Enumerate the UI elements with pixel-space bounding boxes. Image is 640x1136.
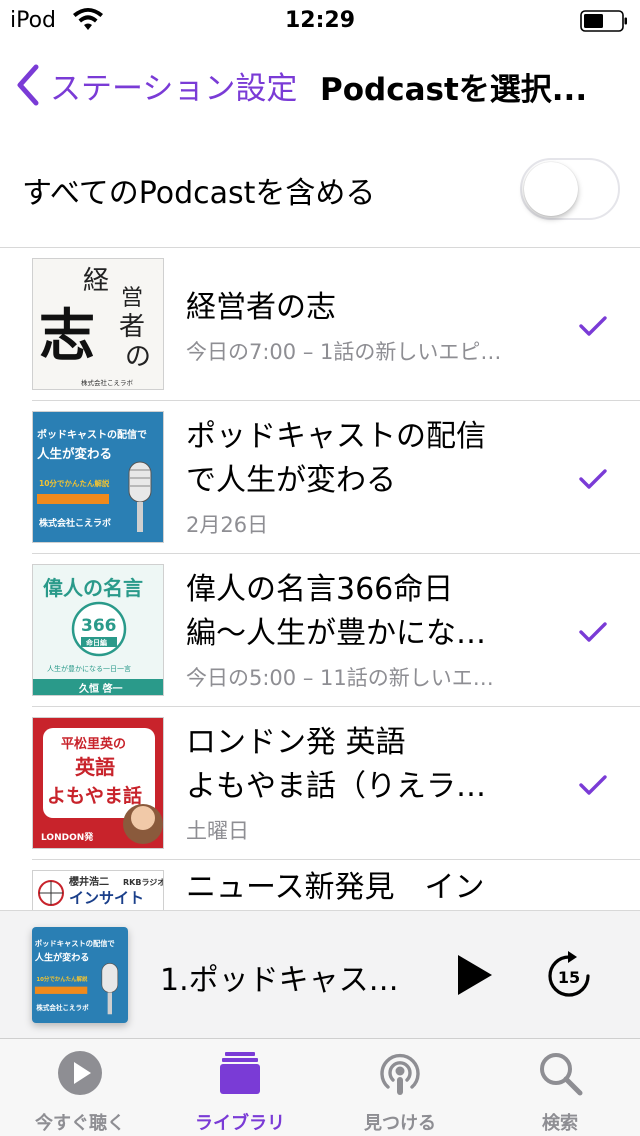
play-icon[interactable] [452,953,496,997]
podcast-title-line2: 編〜人生が豊かにな… [186,616,486,651]
switch-knob [524,162,578,216]
artwork-image: 櫻井浩二 RKBラジオ インサイト [38,875,164,907]
podcast-subtitle: 今日の5:00 – 11話の新しいエ… [186,666,494,690]
play-circle-icon [58,1051,102,1095]
skip-forward-15-icon: 15 [548,951,590,997]
podcast-artwork: 経 営 者 志 の 株式会社こえラボ [32,258,164,390]
svg-text:偉人の名言: 偉人の名言 [43,576,143,600]
svg-text:平松里英の: 平松里英の [61,736,126,752]
include-all-row: すべてのPodcastを含める [0,130,640,248]
artwork-image: 平松里英の 英語 よもやま話 LONDON発 [41,728,163,844]
svg-text:人生が豊かになる一日一言: 人生が豊かになる一日一言 [47,664,131,673]
svg-text:株式会社こえラボ: 株式会社こえラボ [81,378,134,387]
tab-label: 今すぐ聴く [35,1113,125,1134]
podcast-row[interactable]: 櫻井浩二 RKBラジオ インサイト ニュース新発見 イン [0,860,640,910]
svg-text:志: 志 [39,303,95,369]
svg-text:久恒 啓一: 久恒 啓一 [78,682,122,695]
podcast-artwork: 偉人の名言 366 命日編 人生が豊かになる一日一言 久恒 啓一 [32,564,164,696]
podcast-title-line1: ポッドキャストの配信 [186,419,486,454]
svg-text:者: 者 [119,312,145,342]
podcast-title: 経営者の志 [186,290,336,325]
podcast-subtitle: 土曜日 [186,819,249,843]
podcast-subtitle: 2月26日 [186,513,269,537]
podcast-subtitle: 今日の7:00 – 1話の新しいエピ… [186,340,502,364]
include-all-switch[interactable] [520,158,620,220]
checkmark-icon [579,469,607,489]
svg-text:櫻井浩二: 櫻井浩二 [68,875,109,888]
svg-text:株式会社こえラボ: 株式会社こえラボ [36,1003,89,1012]
battery-icon [580,10,627,32]
mini-player[interactable]: ポッドキャストの配信で 人生が変わる 10分でかんたん解説 株式会社こえラボ 1… [0,910,640,1038]
artwork-image: 経 営 者 志 の 株式会社こえラボ [39,266,151,387]
svg-text:ポッドキャストの配信で: ポッドキャストの配信で [35,939,115,948]
svg-text:人生が変わる: 人生が変わる [37,446,112,461]
svg-text:366: 366 [81,616,117,636]
tab-label: ライブラリ [195,1113,285,1134]
podcast-broadcast-icon [380,1053,420,1095]
podcast-row[interactable]: 平松里英の 英語 よもやま話 LONDON発 ロンドン発 英語 よもやま話（りえ… [0,707,640,860]
skip-forward-button[interactable]: 15 [544,949,594,1001]
checkmark-icon [579,622,607,642]
svg-text:命日編: 命日編 [85,638,107,647]
svg-text:英語: 英語 [75,755,115,779]
svg-text:RKBラジオ: RKBラジオ [123,878,164,887]
tab-label: 検索 [542,1113,578,1134]
tab-listen-now[interactable]: 今すぐ聴く [0,1039,160,1136]
svg-text:株式会社こえラボ: 株式会社こえラボ [39,517,111,529]
podcast-artwork: 櫻井浩二 RKBラジオ インサイト [32,870,164,910]
tab-label: 見つける [364,1113,436,1134]
svg-text:の: の [125,342,151,372]
podcast-list: 経 営 者 志 の 株式会社こえラボ 経営者の志 今日の7:00 – 1話の新し… [0,248,640,910]
podcast-row[interactable]: 偉人の名言 366 命日編 人生が豊かになる一日一言 久恒 啓一 偉人の名言36… [0,554,640,707]
svg-text:ポッドキャストの配信で: ポッドキャストの配信で [37,428,147,441]
back-button-label: ステーション設定 [50,70,298,107]
svg-text:15: 15 [558,968,580,987]
tab-browse[interactable]: 見つける [320,1039,480,1136]
include-all-label: すべてのPodcastを含める [22,176,376,211]
podcast-title-line2: よもやま話（りえラ… [186,769,486,804]
podcast-artwork: ポッドキャストの配信で 人生が変わる 10分でかんたん解説 株式会社こえラボ [32,411,164,543]
checkmark-icon [579,316,607,336]
tab-library[interactable]: ライブラリ [160,1039,320,1136]
now-playing-title: 1.ポッドキャス… [160,963,399,998]
status-bar: iPod 12:29 [0,0,640,40]
tab-search[interactable]: 検索 [480,1039,640,1136]
search-icon [540,1053,583,1096]
podcast-title-line2: で人生が変わる [186,463,396,498]
clock: 12:29 [284,8,356,33]
podcast-title: ニュース新発見 イン [186,870,485,905]
tab-bar: 今すぐ聴く ライブラリ 見つける 検索 [0,1038,640,1136]
svg-text:10分でかんたん解説: 10分でかんたん解説 [39,478,110,488]
navigation-bar: ステーション設定 Podcastを選択... [0,40,640,130]
back-button[interactable]: ステーション設定 [14,62,297,108]
artwork-image: ポッドキャストの配信で 人生が変わる 10分でかんたん解説 株式会社こえラボ [34,939,119,1015]
podcast-title-line1: 偉人の名言366命日 [186,572,454,607]
svg-text:よもやま話: よもやま話 [47,784,142,807]
podcast-row[interactable]: 経 営 者 志 の 株式会社こえラボ 経営者の志 今日の7:00 – 1話の新し… [0,248,640,401]
page-title: Podcastを選択... [320,72,588,108]
checkmark-icon [579,775,607,795]
svg-text:インサイト: インサイト [69,889,144,907]
svg-text:経: 経 [83,266,109,296]
podcast-artwork: 平松里英の 英語 よもやま話 LONDON発 [32,717,164,849]
artwork-image: ポッドキャストの配信で 人生が変わる 10分でかんたん解説 株式会社こえラボ [37,428,152,532]
artwork-image: 偉人の名言 366 命日編 人生が豊かになる一日一言 久恒 啓一 [33,576,163,695]
library-icon [220,1052,260,1094]
svg-text:LONDON発: LONDON発 [41,831,94,843]
svg-text:10分でかんたん解説: 10分でかんたん解説 [36,975,88,983]
podcast-title-line1: ロンドン発 英語 [186,725,406,760]
svg-text:営: 営 [121,286,143,311]
svg-text:人生が変わる: 人生が変わる [34,951,89,963]
chevron-left-icon [17,64,39,106]
now-playing-artwork: ポッドキャストの配信で 人生が変わる 10分でかんたん解説 株式会社こえラボ [32,927,128,1023]
podcast-row[interactable]: ポッドキャストの配信で 人生が変わる 10分でかんたん解説 株式会社こえラボ ポ… [0,401,640,554]
